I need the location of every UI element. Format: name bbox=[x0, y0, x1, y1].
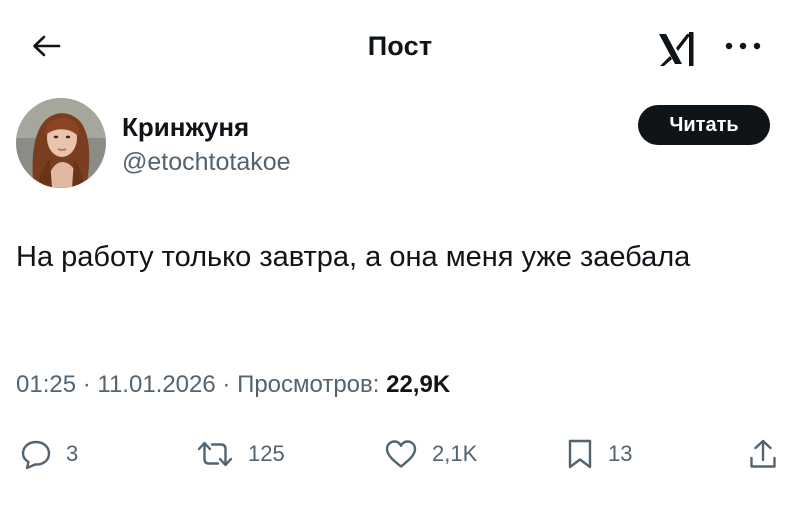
avatar[interactable] bbox=[16, 98, 106, 188]
reply-icon bbox=[21, 440, 51, 469]
x-logo-icon bbox=[656, 28, 698, 70]
bookmark-count: 13 bbox=[608, 441, 633, 466]
top-bar: Пост bbox=[0, 0, 800, 96]
tweet-text: На работу только завтра, а она меня уже … bbox=[16, 241, 691, 273]
share-button[interactable] bbox=[748, 432, 778, 476]
like-count: 2,1K bbox=[432, 441, 478, 466]
bookmark-icon bbox=[568, 439, 592, 469]
author-name[interactable]: Кринжуня bbox=[122, 112, 249, 143]
like-button[interactable]: 2,1K bbox=[384, 432, 477, 476]
more-button[interactable] bbox=[718, 34, 768, 58]
follow-button[interactable]: Читать bbox=[638, 105, 770, 145]
views-count: 22,9K bbox=[386, 371, 451, 398]
reply-count: 3 bbox=[66, 441, 79, 466]
repost-count: 125 bbox=[248, 441, 285, 466]
reply-button[interactable]: 3 bbox=[20, 432, 78, 476]
repost-icon bbox=[197, 441, 233, 467]
meta-separator: · bbox=[215, 371, 238, 398]
repost-button[interactable]: 125 bbox=[196, 432, 285, 476]
share-icon bbox=[750, 439, 776, 468]
tweet-time[interactable]: 01:25 bbox=[16, 371, 76, 398]
action-bar: 3 125 2,1K 13 bbox=[0, 432, 800, 476]
author-handle: @etochtotakoe bbox=[122, 148, 291, 176]
tweet-date[interactable]: 11.01.2026 bbox=[97, 371, 215, 398]
views-label: Просмотров: bbox=[237, 371, 380, 398]
more-horizontal-icon bbox=[725, 42, 761, 50]
meta-separator: · bbox=[76, 371, 98, 398]
heart-icon bbox=[385, 440, 417, 468]
bookmark-button[interactable]: 13 bbox=[566, 432, 632, 476]
tweet-meta: 01:25 · 11.01.2026 · Просмотров: 22,9K bbox=[16, 371, 450, 399]
author-row: Кринжуня @etochtotakoe Читать bbox=[16, 98, 786, 190]
